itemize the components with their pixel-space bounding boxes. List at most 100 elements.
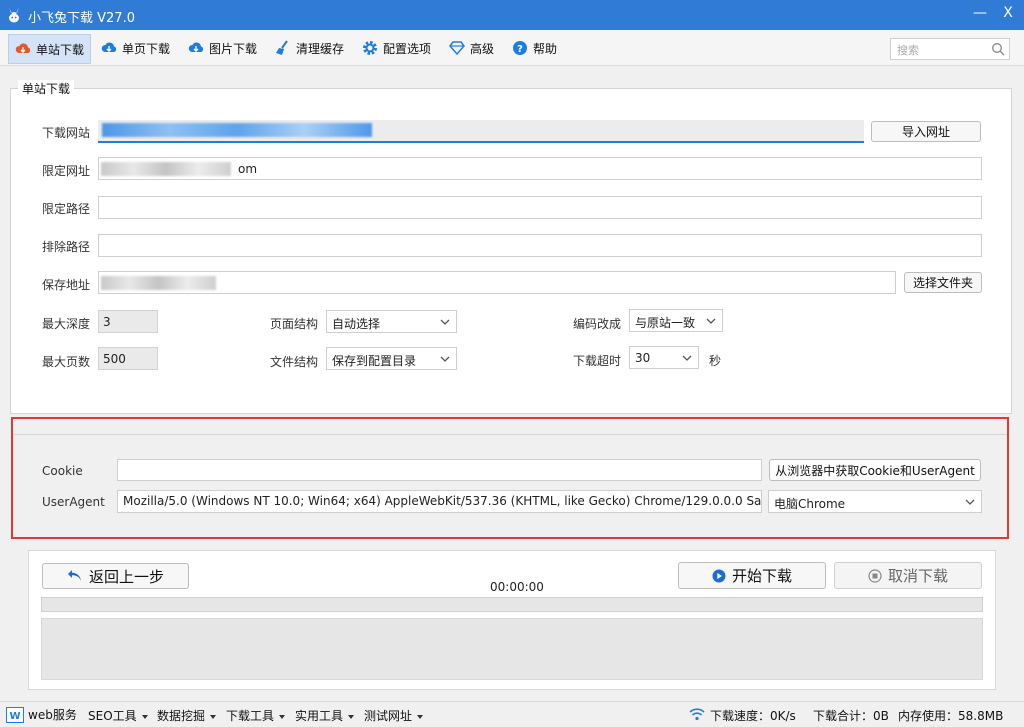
menu-label: 测试网址: [364, 709, 413, 723]
choose-folder-label: 选择文件夹: [912, 276, 973, 290]
stop-circle-icon: [868, 568, 882, 583]
save-path-label: 保存地址: [42, 278, 91, 292]
broom-icon: [276, 40, 288, 55]
max-pages-value: 500: [103, 352, 126, 366]
menu-data-mining[interactable]: 数据挖掘: [157, 707, 217, 724]
rabbit-logo-icon: [9, 7, 19, 23]
url-input[interactable]: [98, 120, 864, 143]
web-service-label: web服务: [28, 708, 77, 722]
max-pages-spinner[interactable]: 500: [98, 347, 158, 370]
get-cookie-button[interactable]: 从浏览器中获取Cookie和UserAgent: [769, 459, 981, 481]
page-structure-select[interactable]: 自动选择: [326, 310, 457, 333]
svg-text:?: ?: [517, 44, 523, 55]
status-bar: W web服务 SEO工具 数据挖掘 下载工具 实用工具 测试网址 下载速度：0…: [0, 701, 1024, 727]
tab-label: 高级: [470, 41, 495, 56]
back-button[interactable]: 返回上一步: [42, 563, 189, 589]
download-speed: 下载速度：0K/s: [710, 709, 796, 723]
max-depth-spinner[interactable]: 3: [98, 310, 158, 333]
cloud-download-icon: [15, 43, 31, 53]
useragent-preset-value: 电脑Chrome: [774, 497, 846, 511]
search-input[interactable]: 搜索: [890, 38, 1010, 60]
tab-config-options[interactable]: 配置选项: [356, 34, 437, 62]
close-button[interactable]: X: [998, 5, 1018, 21]
chevron-down-icon: [706, 318, 716, 324]
import-url-button[interactable]: 导入网址: [871, 121, 981, 142]
tab-label: 单站下载: [36, 42, 85, 57]
timeout-label: 下载超时: [573, 354, 622, 368]
cancel-download-label: 取消下载: [887, 567, 948, 585]
timeout-value: 30: [635, 351, 651, 365]
tab-single-site[interactable]: 单站下载: [8, 34, 92, 64]
exclude-path-input[interactable]: [98, 234, 982, 257]
page-structure-value: 自动选择: [332, 317, 381, 331]
encoding-label: 编码改成: [573, 317, 622, 331]
chevron-down-icon: [682, 355, 692, 361]
limit-path-label: 限定路径: [42, 202, 91, 216]
import-url-label: 导入网址: [901, 125, 950, 139]
web-logo-icon: W: [6, 706, 24, 723]
cookie-input[interactable]: [117, 459, 762, 481]
save-path-input[interactable]: [98, 271, 896, 294]
file-structure-select[interactable]: 保存到配置目录: [326, 347, 457, 370]
minimize-button[interactable]: —: [970, 5, 990, 21]
group-title: 单站下载: [18, 80, 75, 97]
encoding-select[interactable]: 与原站一致: [629, 309, 723, 332]
window-title: 小飞兔下载 V27.0: [28, 11, 135, 26]
tab-advanced[interactable]: 高级: [443, 34, 500, 62]
cloud-download-icon: [188, 42, 204, 52]
undo-arrow-icon: [67, 570, 81, 581]
page-structure-label: 页面结构: [270, 317, 319, 331]
chevron-down-icon: [440, 356, 450, 362]
max-depth-label: 最大深度: [42, 317, 91, 331]
limit-path-input[interactable]: [98, 196, 982, 219]
tab-label: 配置选项: [383, 41, 432, 56]
useragent-preset-select[interactable]: 电脑Chrome: [768, 490, 982, 513]
useragent-input[interactable]: Mozilla/5.0 (Windows NT 10.0; Win64; x64…: [117, 490, 762, 513]
limit-site-label: 限定网址: [42, 164, 91, 178]
tab-label: 帮助: [533, 41, 558, 56]
play-circle-icon: [712, 569, 726, 582]
tab-single-page[interactable]: 单页下载: [95, 34, 176, 62]
limit-site-input[interactable]: om: [98, 157, 982, 180]
help-icon: ?: [513, 41, 527, 55]
menu-download-tools[interactable]: 下载工具: [226, 707, 286, 724]
useragent-label: UserAgent: [42, 495, 105, 509]
start-download-button[interactable]: 开始下载: [678, 562, 826, 589]
menu-label: 数据挖掘: [157, 709, 206, 723]
svg-text:W: W: [9, 711, 20, 722]
tab-image-download[interactable]: 图片下载: [182, 34, 263, 62]
menu-label: 下载工具: [226, 709, 275, 723]
tab-label: 单页下载: [122, 41, 171, 56]
log-area[interactable]: [41, 618, 983, 680]
chevron-down-icon: [440, 319, 450, 325]
encoding-value: 与原站一致: [635, 316, 696, 330]
save-path-redacted: [101, 276, 216, 290]
tab-clear-cache[interactable]: 清理缓存: [269, 34, 350, 62]
tab-help[interactable]: ? 帮助: [506, 34, 563, 62]
memory-usage: 内存使用：58.8MB: [898, 709, 1004, 723]
choose-folder-button[interactable]: 选择文件夹: [904, 272, 982, 293]
cancel-download-button[interactable]: 取消下载: [834, 562, 982, 589]
progress-bar: [41, 597, 983, 612]
limit-site-value: om: [238, 162, 258, 176]
menu-label: 实用工具: [295, 709, 344, 723]
menu-seo-tools[interactable]: SEO工具: [88, 707, 148, 724]
diamond-icon: [449, 41, 465, 56]
max-depth-value: 3: [103, 315, 111, 329]
menu-utility-tools[interactable]: 实用工具: [295, 707, 355, 724]
chevron-down-icon: [965, 499, 975, 505]
max-pages-label: 最大页数: [42, 355, 91, 369]
tab-label: 清理缓存: [296, 41, 345, 56]
limit-site-redacted: [101, 162, 231, 176]
web-service-button[interactable]: W web服务: [6, 706, 77, 723]
menu-label: SEO工具: [88, 709, 137, 723]
timeout-select[interactable]: 30: [629, 346, 699, 369]
elapsed-timer: 00:00:00: [490, 580, 544, 594]
title-bar: 小飞兔下载 V27.0 — X: [0, 0, 1024, 30]
file-structure-value: 保存到配置目录: [332, 354, 417, 368]
exclude-path-label: 排除路径: [42, 240, 91, 254]
useragent-value: Mozilla/5.0 (Windows NT 10.0; Win64; x64…: [123, 494, 762, 508]
download-total: 下载合计：0B: [813, 709, 889, 723]
url-redacted: [102, 123, 372, 137]
menu-test-url[interactable]: 测试网址: [364, 707, 424, 724]
